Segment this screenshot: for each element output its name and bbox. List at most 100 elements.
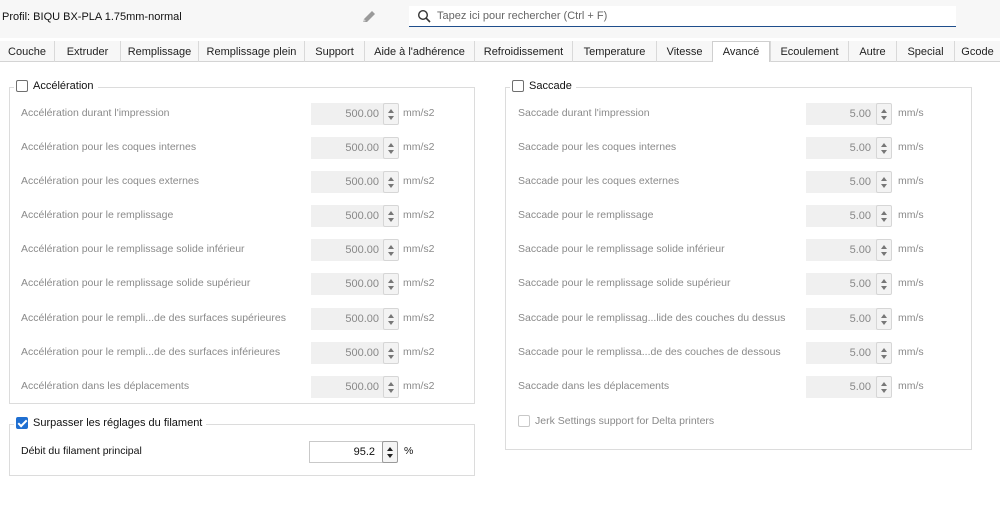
row-label: Saccade pour le remplissag...lide des co… [518,312,786,324]
tab-support[interactable]: Support [304,41,364,62]
tab-vitesse[interactable]: Vitesse [656,41,712,62]
unit-label: mm/s [898,175,924,187]
spinner-arrows-icon[interactable] [383,171,399,193]
spinner-arrows-icon[interactable] [383,137,399,159]
acceleration-checkbox[interactable] [16,80,28,92]
spinner-arrows-icon[interactable] [383,376,399,398]
saccade-row: Saccade pour le remplissage solide infér… [518,239,958,261]
value-field[interactable]: 500.00 [311,205,392,227]
spinner-arrows-icon[interactable] [876,103,892,125]
value-field[interactable]: 500.00 [311,376,392,398]
tab-avance[interactable]: Avancé [712,41,770,63]
acceleration-row: Accélération pour le remplissage solide … [21,239,461,261]
saccade-checkbox[interactable] [512,80,524,92]
unit-label: mm/s2 [403,277,435,289]
row-label: Accélération pour le remplissage [21,209,174,221]
tab-couche[interactable]: Couche [0,41,54,62]
value-field[interactable]: 500.00 [311,273,392,295]
acceleration-title: Accélération [33,80,94,92]
spinner-arrows-icon[interactable] [383,342,399,364]
saccade-header[interactable]: Saccade [510,80,576,92]
profile-label: Profil: BIQU BX-PLA 1.75mm-normal [2,11,182,23]
value-field[interactable]: 5.00 [806,342,884,364]
spinner-arrows-icon[interactable] [382,441,398,463]
tab-gcode[interactable]: Gcode [954,41,1000,62]
spinner-arrows-icon[interactable] [876,171,892,193]
spinner-arrows-icon[interactable] [383,239,399,261]
filament-override-checkbox[interactable] [16,417,28,429]
tab-autre[interactable]: Autre [848,41,896,62]
unit-label: mm/s2 [403,141,435,153]
value-field[interactable]: 5.00 [806,103,884,125]
row-label: Accélération pour les coques externes [21,175,200,187]
acceleration-header[interactable]: Accélération [14,80,98,92]
unit-label: mm/s [898,346,924,358]
unit-label: mm/s [898,277,924,289]
tab-refroidissement[interactable]: Refroidissement [474,41,572,62]
tab-remplissage-plein[interactable]: Remplissage plein [198,41,304,62]
spinner-arrows-icon[interactable] [876,137,892,159]
top-bar: Profil: BIQU BX-PLA 1.75mm-normal Tapez … [0,0,1000,38]
filament-override-title: Surpasser les réglages du filament [33,417,203,429]
acceleration-row: Accélération pour les coques externes 50… [21,171,461,193]
spinner-arrows-icon[interactable] [383,103,399,125]
tab-adherence[interactable]: Aide à l'adhérence [364,41,474,62]
value-field[interactable]: 5.00 [806,171,884,193]
saccade-row: Saccade pour le remplissa...de des couch… [518,342,958,364]
unit-label: mm/s2 [403,209,435,221]
value-field[interactable]: 5.00 [806,308,884,330]
spinner-arrows-icon[interactable] [383,308,399,330]
unit-label: mm/s2 [403,175,435,187]
unit-label: mm/s [898,209,924,221]
spinner-arrows-icon[interactable] [876,273,892,295]
row-label: Saccade pour le remplissage solide infér… [518,243,725,255]
tab-extruder[interactable]: Extruder [54,41,120,62]
jerk-delta-option[interactable]: Jerk Settings support for Delta printers [518,415,714,427]
unit-label: mm/s [898,380,924,392]
acceleration-row: Accélération pour le remplissage solide … [21,273,461,295]
saccade-row: Saccade pour le remplissage 5.00 mm/s [518,205,958,227]
acceleration-row: Accélération pour le rempli...de des sur… [21,342,461,364]
row-label: Accélération pour le remplissage solide … [21,277,251,289]
spinner-arrows-icon[interactable] [383,205,399,227]
tab-remplissage[interactable]: Remplissage [120,41,198,62]
value-field[interactable]: 500.00 [311,137,392,159]
row-label: Accélération durant l'impression [21,107,170,119]
row-label: Accélération pour le rempli...de des sur… [21,346,281,358]
unit-label: mm/s [898,107,924,119]
value-field[interactable]: 5.00 [806,205,884,227]
spinner-arrows-icon[interactable] [383,273,399,295]
pencil-icon[interactable] [359,7,379,27]
spinner-arrows-icon[interactable] [876,376,892,398]
spinner-arrows-icon[interactable] [876,205,892,227]
tab-temperature[interactable]: Temperature [572,41,656,62]
unit-label: mm/s2 [403,380,435,392]
value-field[interactable]: 500.00 [311,103,392,125]
search-box[interactable]: Tapez ici pour rechercher (Ctrl + F) [409,6,956,27]
filament-override-header[interactable]: Surpasser les réglages du filament [14,417,207,429]
row-label: Saccade pour le remplissage [518,209,654,221]
value-field[interactable]: 5.00 [806,137,884,159]
saccade-row: Saccade pour les coques externes 5.00 mm… [518,171,958,193]
spinner-arrows-icon[interactable] [876,308,892,330]
tab-ecoulement[interactable]: Ecoulement [770,41,848,62]
value-field[interactable]: 5.00 [806,273,884,295]
jerk-delta-checkbox[interactable] [518,415,530,427]
value-field[interactable]: 5.00 [806,239,884,261]
spinner-arrows-icon[interactable] [876,239,892,261]
value-field[interactable]: 500.00 [311,171,392,193]
jerk-delta-label: Jerk Settings support for Delta printers [535,415,715,427]
filament-flow-input[interactable]: 95.2 [309,441,389,463]
acceleration-row: Accélération durant l'impression 500.00 … [21,103,461,125]
row-label: Accélération pour le rempli...de des sur… [21,312,286,324]
value-field[interactable]: 500.00 [311,308,392,330]
unit-label: mm/s [898,312,924,324]
unit-label: mm/s2 [403,107,435,119]
value-field[interactable]: 5.00 [806,376,884,398]
value-field[interactable]: 500.00 [311,239,392,261]
tab-special[interactable]: Special [896,41,954,62]
value-field[interactable]: 500.00 [311,342,392,364]
saccade-row: Saccade dans les déplacements 5.00 mm/s [518,376,958,398]
acceleration-row: Accélération pour le rempli...de des sur… [21,308,461,330]
spinner-arrows-icon[interactable] [876,342,892,364]
